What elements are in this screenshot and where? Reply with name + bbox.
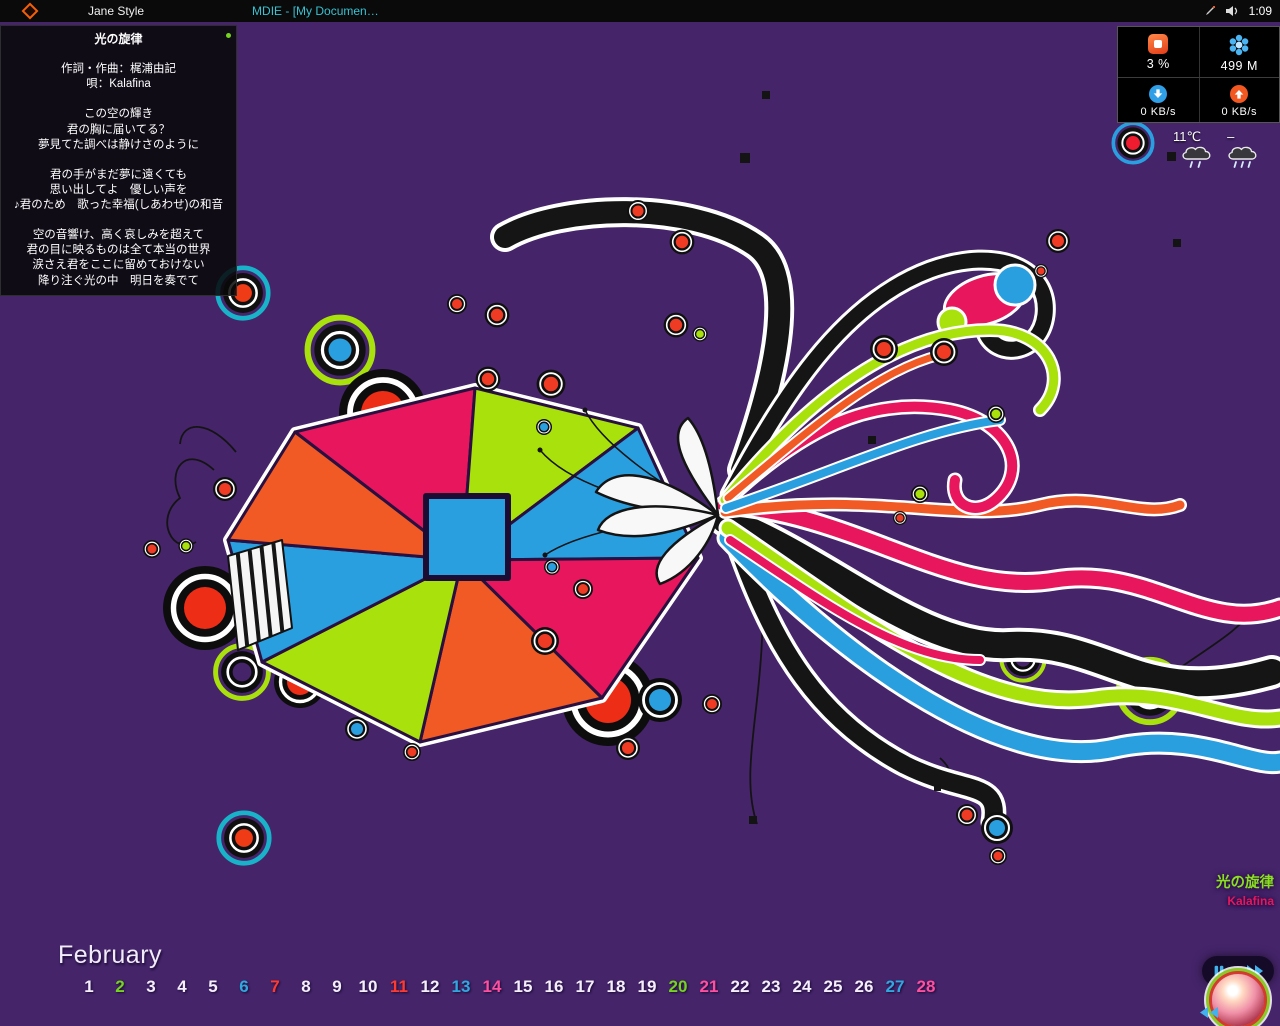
now-playing-info: 光の旋律 Kalafina — [1216, 871, 1274, 908]
memory-icon — [1229, 34, 1249, 56]
calendar-day-10: 10 — [358, 977, 378, 996]
calendar-month: February — [58, 941, 163, 969]
calendar-day-25: 25 — [823, 977, 843, 996]
lyrics-line — [1, 153, 236, 168]
calendar-day-28: 28 — [916, 977, 936, 996]
lyrics-line: 涙さえ君をここに留めておけない — [32, 259, 205, 272]
pause-button[interactable] — [1212, 964, 1226, 978]
calendar-day-8: 8 — [301, 977, 311, 996]
lyrics-line — [1, 47, 236, 62]
calendar-day-26: 26 — [854, 977, 874, 996]
calendar-day-13: 13 — [451, 977, 471, 996]
launcher-diamond-icon[interactable] — [21, 2, 39, 20]
system-monitor-widget: 3 % 499 M 0 KB/s 0 KB/s 11℃ – — [1117, 26, 1280, 179]
lyrics-line — [1, 213, 236, 228]
calendar-day-2: 2 — [115, 977, 125, 996]
lyrics-line: この空の輝き — [84, 108, 153, 121]
lyrics-line: 降り注ぐ光の中 明日を奏でて — [38, 274, 199, 287]
lyrics-lines: 光の旋律 作詞・作曲：梶浦由記 唄：Kalafina この空の輝き君の胸に届いてる… — [1, 32, 236, 289]
calendar-day-27: 27 — [885, 977, 905, 996]
rewind-button[interactable] — [1198, 1006, 1220, 1019]
memory-cell: 499 M — [1198, 27, 1280, 77]
download-icon — [1149, 85, 1168, 103]
lyrics-line: ♪君のため 歌った幸福(しあわせ)の和音 — [14, 199, 223, 212]
download-cell: 0 KB/s — [1118, 78, 1199, 122]
calendar-day-22: 22 — [730, 977, 750, 996]
calendar-day-4: 4 — [177, 977, 187, 996]
weather-widget: 11℃ – — [1117, 123, 1280, 179]
lyrics-title: 光の旋律 — [94, 32, 143, 46]
cpu-usage: 3 % — [1146, 57, 1170, 71]
cpu-cell: 3 % — [1118, 27, 1199, 77]
calendar-day-19: 19 — [637, 977, 657, 996]
calendar-day-20: 20 — [668, 977, 688, 996]
lyrics-widget: 光の旋律 作詞・作曲：梶浦由記 唄：Kalafina この空の輝き君の胸に届いてる… — [0, 25, 237, 296]
music-player-widget — [1186, 956, 1276, 1026]
calendar-day-18: 18 — [606, 977, 626, 996]
calendar-day-16: 16 — [544, 977, 564, 996]
calendar-day-6: 6 — [239, 977, 249, 996]
lyrics-line: 君の胸に届いてる？ — [66, 123, 171, 136]
calendar-day-1: 1 — [84, 977, 94, 996]
calendar-day-21: 21 — [699, 977, 719, 996]
taskbar: Jane Style MDIE - [My Documen… 1:09 — [0, 0, 1280, 22]
lyrics-line: 唄：Kalafina — [86, 78, 151, 91]
clock[interactable]: 1:09 — [1249, 4, 1272, 18]
lyrics-line: 作詞・作曲：梶浦由記 — [61, 63, 176, 76]
status-dot — [226, 33, 231, 38]
download-speed: 0 KB/s — [1140, 106, 1176, 118]
taskbar-tray: 1:09 — [1204, 4, 1272, 18]
taskbar-item-mdie[interactable]: MDIE - [My Documen… — [252, 4, 379, 18]
pen-icon[interactable] — [1204, 5, 1216, 17]
system-monitor-panel: 3 % 499 M 0 KB/s 0 KB/s — [1117, 26, 1280, 123]
upload-speed: 0 KB/s — [1221, 106, 1257, 118]
calendar-day-11: 11 — [390, 977, 408, 996]
taskbar-item-jane-style[interactable]: Jane Style — [88, 4, 144, 18]
heavy-rain-cloud-icon — [1228, 146, 1257, 168]
memory-usage: 499 M — [1220, 59, 1258, 73]
calendar-day-23: 23 — [761, 977, 781, 996]
upload-cell: 0 KB/s — [1198, 78, 1280, 122]
calendar-day-3: 3 — [146, 977, 156, 996]
calendar-day-17: 17 — [575, 977, 595, 996]
now-playing-artist: Kalafina — [1227, 894, 1274, 908]
upload-icon — [1230, 85, 1249, 103]
now-playing-title: 光の旋律 — [1216, 875, 1274, 891]
lyrics-line: 君の目に映るものは全て本当の世界 — [26, 244, 211, 257]
lyrics-line — [1, 92, 236, 107]
calendar-day-9: 9 — [332, 977, 342, 996]
lyrics-line: 思い出してよ 優しい声を — [49, 183, 188, 196]
lyrics-line: 君の手がまだ夢に遠くても — [49, 168, 188, 181]
rain-cloud-icon — [1182, 146, 1211, 168]
calendar-day-15: 15 — [513, 977, 533, 996]
calendar-day-14: 14 — [482, 977, 502, 996]
lyrics-line: 夢見てた調べは静けさのように — [38, 138, 199, 151]
lyrics-line: 空の音響け、高く哀しみを超えて — [32, 229, 205, 242]
calendar-day-24: 24 — [792, 977, 812, 996]
cpu-icon — [1148, 34, 1169, 54]
calendar-day-12: 12 — [420, 977, 440, 996]
calendar-day-5: 5 — [208, 977, 218, 996]
calendar-days: 1 2 3 4 5 6 7 8 9 10 11 12 13 14 15 16 17 18 19 20 21 22 23 24 2… — [78, 977, 937, 997]
calendar-day-7: 7 — [270, 977, 280, 996]
speaker-icon[interactable] — [1225, 5, 1240, 17]
